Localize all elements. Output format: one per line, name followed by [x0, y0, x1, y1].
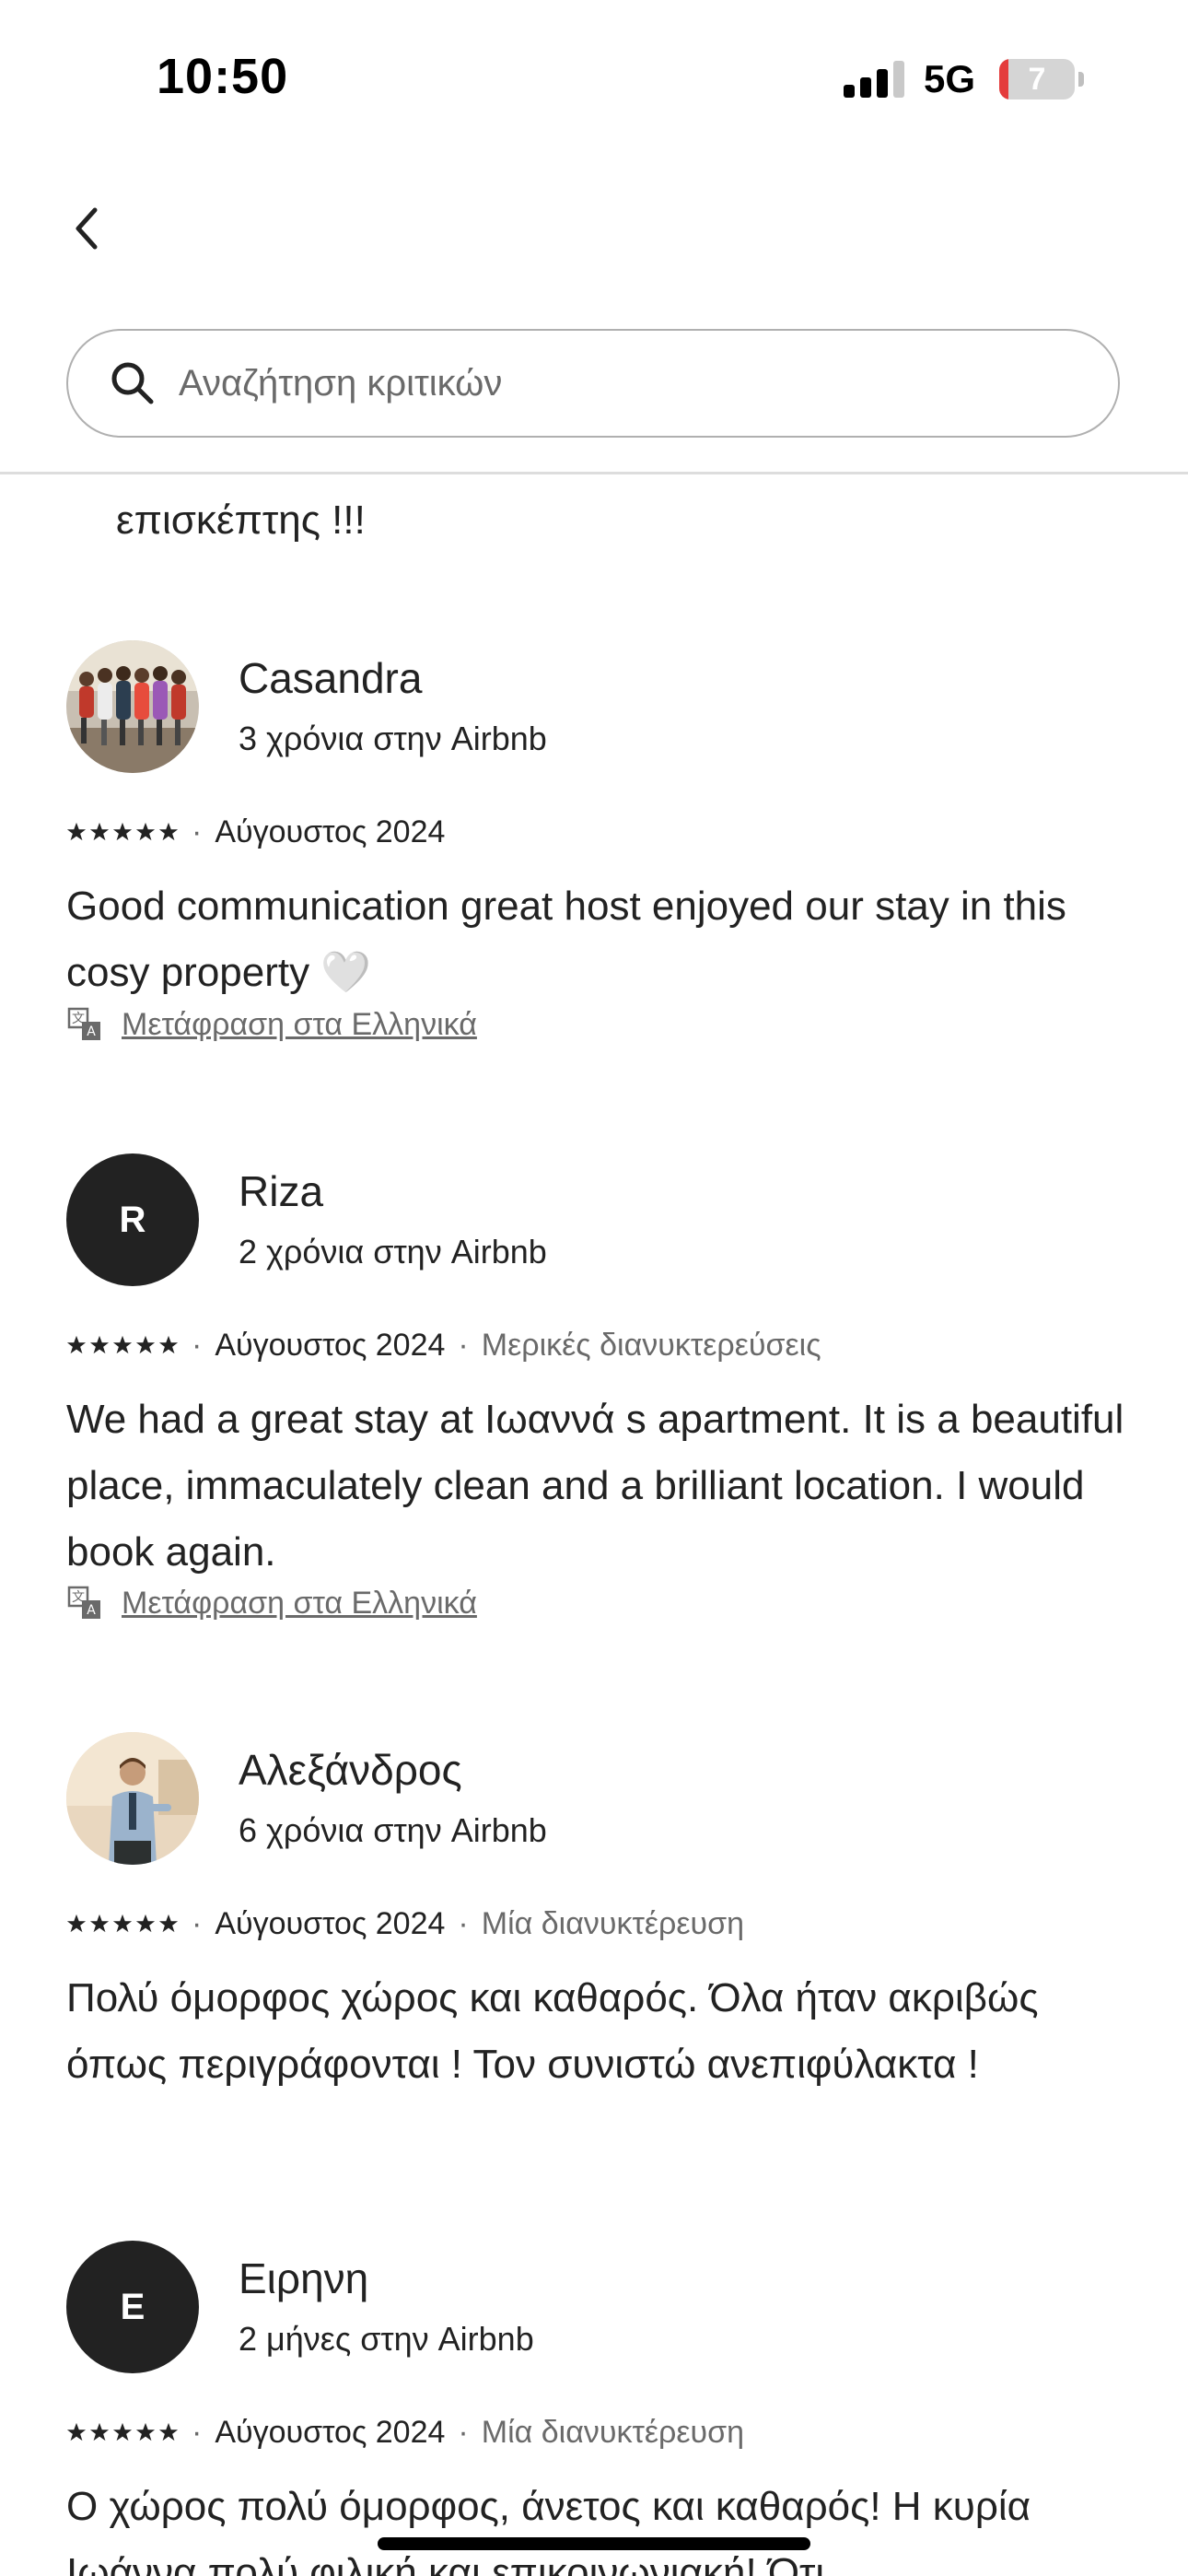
review-item: E Ειρηνη 2 μήνες στην Airbnb · Αύγουστος…: [66, 2241, 1135, 2576]
separator-dot: ·: [192, 2414, 203, 2450]
avatar[interactable]: R: [66, 1153, 199, 1286]
chevron-left-icon: [76, 207, 98, 250]
review-meta: · Αύγουστος 2024 · Μία διανυκτέρευση: [66, 1901, 744, 1947]
search-icon: [109, 359, 157, 407]
avatar[interactable]: E: [66, 2241, 199, 2373]
star-icon: [89, 1335, 110, 1354]
review-meta: · Αύγουστος 2024 · Μία διανυκτέρευση: [66, 2409, 744, 2455]
star-icon: [89, 2422, 110, 2441]
star-icon: [66, 1914, 87, 1933]
translate-icon: 文 A: [66, 1006, 103, 1043]
reviews-list[interactable]: επισκέπτης !!! Casandra 3 χρόνια στην Ai…: [0, 474, 1188, 2576]
home-indicator[interactable]: [378, 2537, 810, 2550]
review-date: Αύγουστος 2024: [215, 1905, 446, 1941]
reviewer-name: Ειρηνη: [239, 2254, 369, 2302]
translate-link[interactable]: 文 A Μετάφραση στα Ελληνικά: [66, 1006, 477, 1043]
review-text: Good communication great host enjoyed ou…: [66, 884, 1066, 995]
translate-link[interactable]: 文 A Μετάφραση στα Ελληνικά: [66, 1585, 477, 1622]
star-icon: [112, 822, 133, 841]
review-date: Αύγουστος 2024: [215, 2414, 446, 2450]
avatar-initial: E: [120, 2286, 146, 2327]
separator-dot: ·: [192, 1327, 203, 1363]
star-icon: [66, 2422, 87, 2441]
star-icon: [135, 822, 156, 841]
avatar[interactable]: [66, 1732, 199, 1865]
star-rating: [66, 822, 179, 842]
translate-icon: 文 A: [66, 1585, 103, 1622]
svg-text:A: A: [87, 1603, 96, 1618]
translate-label: Μετάφραση στα Ελληνικά: [122, 1006, 477, 1042]
battery-icon: 7: [999, 59, 1075, 100]
star-icon: [66, 822, 87, 841]
reviewer-name: Casandra: [239, 654, 423, 702]
stay-length: Μία διανυκτέρευση: [481, 2414, 745, 2450]
previous-review-text-tail: επισκέπτης !!!: [116, 498, 366, 543]
reviewer-photo-avatar: [66, 1732, 199, 1865]
review-meta: · Αύγουστος 2024 · Μερικές διανυκτερεύσε…: [66, 1322, 821, 1368]
search-input[interactable]: [177, 361, 1009, 405]
star-rating: [66, 2422, 179, 2442]
reviewer-tenure: 3 χρόνια στην Airbnb: [239, 720, 547, 757]
reviewer-tenure: 6 χρόνια στην Airbnb: [239, 1811, 547, 1849]
review-item: R Riza 2 χρόνια στην Airbnb · Αύγουστος …: [66, 1153, 1135, 1669]
star-rating: [66, 1914, 179, 1934]
search-bar[interactable]: [66, 329, 1120, 438]
review-text: Ο χώρος πολύ όμορφος, άνετος και καθαρός…: [66, 2484, 1031, 2576]
star-icon: [112, 1914, 133, 1933]
cellular-signal-icon: [844, 61, 904, 98]
network-type: 5G: [924, 57, 976, 100]
separator-dot: ·: [458, 1327, 469, 1363]
star-icon: [135, 1914, 156, 1933]
star-icon: [66, 1335, 87, 1354]
separator-dot: ·: [192, 814, 203, 849]
star-icon: [89, 1914, 110, 1933]
review-item: Αλεξάνδρος 6 χρόνια στην Airbnb · Αύγουσ…: [66, 1732, 1135, 2193]
star-rating: [66, 1335, 179, 1355]
star-icon: [112, 2422, 133, 2441]
status-time: 10:50: [157, 49, 289, 104]
star-icon: [158, 822, 179, 841]
translate-label: Μετάφραση στα Ελληνικά: [122, 1585, 477, 1621]
review-date: Αύγουστος 2024: [215, 1327, 446, 1363]
star-icon: [158, 1335, 179, 1354]
star-icon: [158, 1914, 179, 1933]
reviewer-name: Αλεξάνδρος: [239, 1746, 462, 1794]
reviewer-tenure: 2 χρόνια στην Airbnb: [239, 1233, 547, 1270]
review-item: Casandra 3 χρόνια στην Airbnb · Αύγουστο…: [66, 640, 1135, 1083]
stay-length: Μία διανυκτέρευση: [481, 1905, 745, 1941]
star-icon: [112, 1335, 133, 1354]
reviewer-photo-avatar: [66, 640, 199, 773]
review-text: We had a great stay at Ιωαννά s apartmen…: [66, 1397, 1124, 1575]
review-text: Πολύ όμορφος χώρος και καθαρός. Όλα ήταν…: [66, 1975, 1039, 2087]
review-meta: · Αύγουστος 2024: [66, 809, 445, 855]
avatar-initial: R: [119, 1199, 146, 1240]
battery-tip: [1078, 72, 1084, 87]
star-icon: [89, 822, 110, 841]
reviewer-name: Riza: [239, 1167, 324, 1215]
avatar[interactable]: [66, 640, 199, 773]
separator-dot: ·: [192, 1905, 203, 1941]
separator-dot: ·: [458, 1905, 469, 1941]
reviewer-tenure: 2 μήνες στην Airbnb: [239, 2320, 534, 2358]
svg-text:A: A: [87, 1025, 96, 1039]
star-icon: [158, 2422, 179, 2441]
battery-level: 7: [1028, 62, 1046, 97]
status-bar: 10:50 5G 7: [0, 0, 1188, 157]
star-icon: [135, 1335, 156, 1354]
back-button[interactable]: [59, 195, 114, 262]
review-date: Αύγουστος 2024: [215, 814, 446, 849]
separator-dot: ·: [458, 2414, 469, 2450]
stay-length: Μερικές διανυκτερεύσεις: [481, 1327, 821, 1363]
star-icon: [135, 2422, 156, 2441]
